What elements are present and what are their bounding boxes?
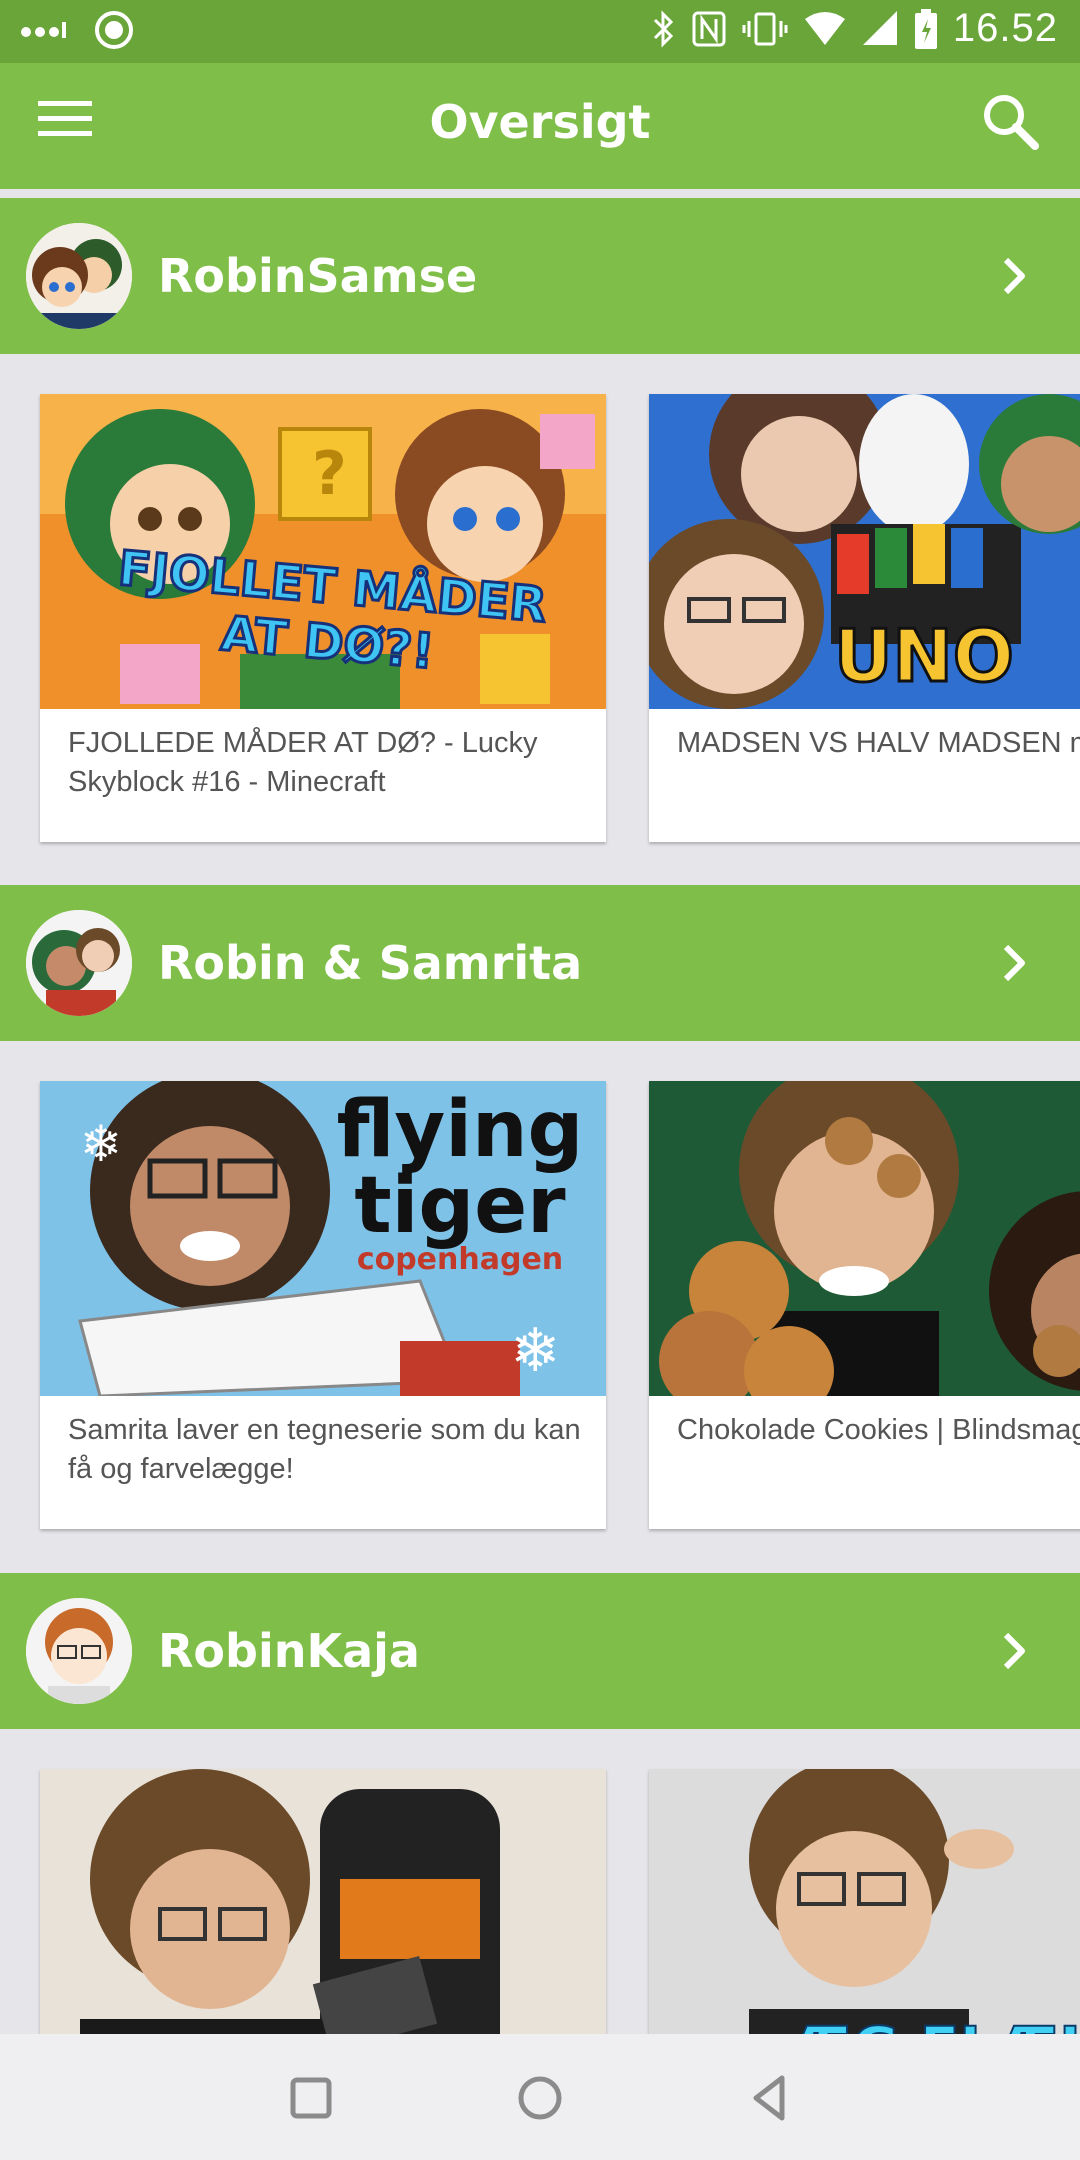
- battery-icon: [914, 8, 937, 49]
- thumbnail-caption: flying tiger copenhagen: [336, 1085, 584, 1277]
- channel-name: RobinSamse: [158, 249, 478, 303]
- nfc-icon: [692, 11, 726, 46]
- channel-name: RobinKaja: [158, 1624, 420, 1678]
- video-thumbnail[interactable]: ❄ ❄ flying tiger copenhagen: [40, 1081, 606, 1396]
- search-icon: [984, 95, 1039, 150]
- video-card[interactable]: [40, 1769, 606, 2034]
- app-bar: Oversigt: [0, 63, 1080, 189]
- channel-avatar: [26, 910, 132, 1016]
- nav-back-icon[interactable]: [742, 2070, 798, 2126]
- video-title[interactable]: Samrita laver en tegneserie som du kan f…: [68, 1411, 586, 1489]
- svg-text:❄: ❄: [80, 1115, 122, 1173]
- channel-header-robinsamse[interactable]: RobinSamse: [0, 198, 1080, 354]
- thumbnail-caption: ÆG FLÆK: [788, 2013, 1080, 2034]
- status-bar: 16.52: [0, 0, 1080, 63]
- search-button[interactable]: [980, 91, 1050, 161]
- bluetooth-icon: [653, 9, 674, 48]
- chevron-right-icon[interactable]: [990, 939, 1038, 987]
- channel-avatar: [26, 1598, 132, 1704]
- app-status-icon: [95, 11, 133, 49]
- chevron-right-icon[interactable]: [990, 1627, 1038, 1675]
- svg-text:❄: ❄: [510, 1316, 560, 1386]
- signal-dots-icon: [21, 22, 66, 38]
- video-title[interactable]: Chokolade Cookies | Blindsmagning: [677, 1411, 1080, 1450]
- video-card[interactable]: Chokolade Cookies | Blindsmagning: [649, 1081, 1080, 1529]
- video-row-robin-samrita[interactable]: ❄ ❄ flying tiger copenhagen Samrita lave…: [0, 1041, 1080, 1571]
- svg-text:?: ?: [312, 439, 347, 509]
- channel-avatar: [26, 223, 132, 329]
- video-thumbnail[interactable]: [649, 1081, 1080, 1396]
- page-title: Oversigt: [429, 95, 651, 149]
- wifi-icon: [804, 11, 845, 45]
- video-thumbnail[interactable]: ? FJOLLET MÅDER AT DØ?!: [40, 394, 606, 709]
- video-row-robinsamse[interactable]: ? FJOLLET MÅDER AT DØ?! FJOLLEDE MÅDER A…: [0, 354, 1080, 884]
- nav-home-icon[interactable]: [512, 2070, 568, 2126]
- chevron-right-icon[interactable]: [990, 252, 1038, 300]
- video-row-robinkaja[interactable]: ÆG FLÆK: [0, 1729, 1080, 2034]
- video-title[interactable]: FJOLLEDE MÅDER AT DØ? - Lucky Skyblock #…: [68, 724, 586, 802]
- video-thumbnail[interactable]: [40, 1769, 606, 2034]
- vibrate-icon: [742, 12, 788, 45]
- video-thumbnail[interactable]: ÆG FLÆK: [649, 1769, 1080, 2034]
- thumbnail-caption: UNO: [833, 613, 1016, 700]
- video-card[interactable]: ? FJOLLET MÅDER AT DØ?! FJOLLEDE MÅDER A…: [40, 394, 606, 842]
- channel-header-robin-samrita[interactable]: Robin & Samrita: [0, 885, 1080, 1041]
- clock-time: 16.52: [952, 6, 1058, 50]
- channel-header-robinkaja[interactable]: RobinKaja: [0, 1573, 1080, 1729]
- video-title[interactable]: MADSEN VS HALV MADSEN m. Kaja og Allan: [677, 724, 1080, 763]
- channel-name: Robin & Samrita: [158, 936, 583, 990]
- nav-recents-icon[interactable]: [283, 2070, 339, 2126]
- system-nav-bar: [0, 2034, 1080, 2160]
- video-card[interactable]: ❄ ❄ flying tiger copenhagen Samrita lave…: [40, 1081, 606, 1529]
- cell-signal-icon: [862, 10, 897, 45]
- video-thumbnail[interactable]: UNO: [649, 394, 1080, 709]
- video-card[interactable]: UNO MADSEN VS HALV MADSEN m. Kaja og All…: [649, 394, 1080, 842]
- video-card[interactable]: ÆG FLÆK: [649, 1769, 1080, 2034]
